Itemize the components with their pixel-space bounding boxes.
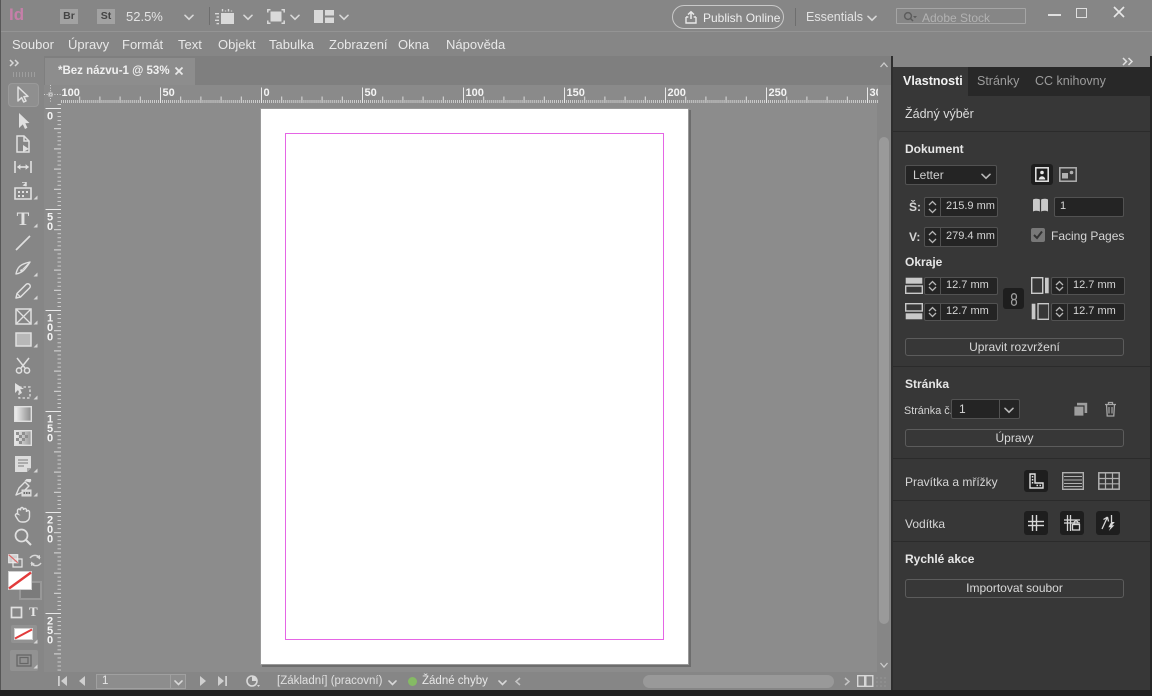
svg-text:0: 0 — [47, 332, 53, 344]
svg-text:0: 0 — [264, 87, 270, 99]
svg-text:200: 200 — [668, 87, 686, 99]
svg-text:300: 300 — [870, 87, 879, 99]
svg-text:250: 250 — [769, 87, 787, 99]
svg-text:100: 100 — [466, 87, 484, 99]
svg-text:50: 50 — [163, 87, 175, 99]
svg-text:50: 50 — [365, 87, 377, 99]
svg-text:T: T — [17, 210, 30, 228]
svg-text:0: 0 — [47, 221, 53, 233]
svg-text:0: 0 — [47, 433, 53, 445]
svg-text:0: 0 — [47, 635, 53, 647]
svg-text:150: 150 — [567, 87, 585, 99]
svg-text:100: 100 — [62, 87, 80, 99]
svg-text:0: 0 — [47, 534, 53, 546]
svg-text:0: 0 — [47, 111, 53, 123]
